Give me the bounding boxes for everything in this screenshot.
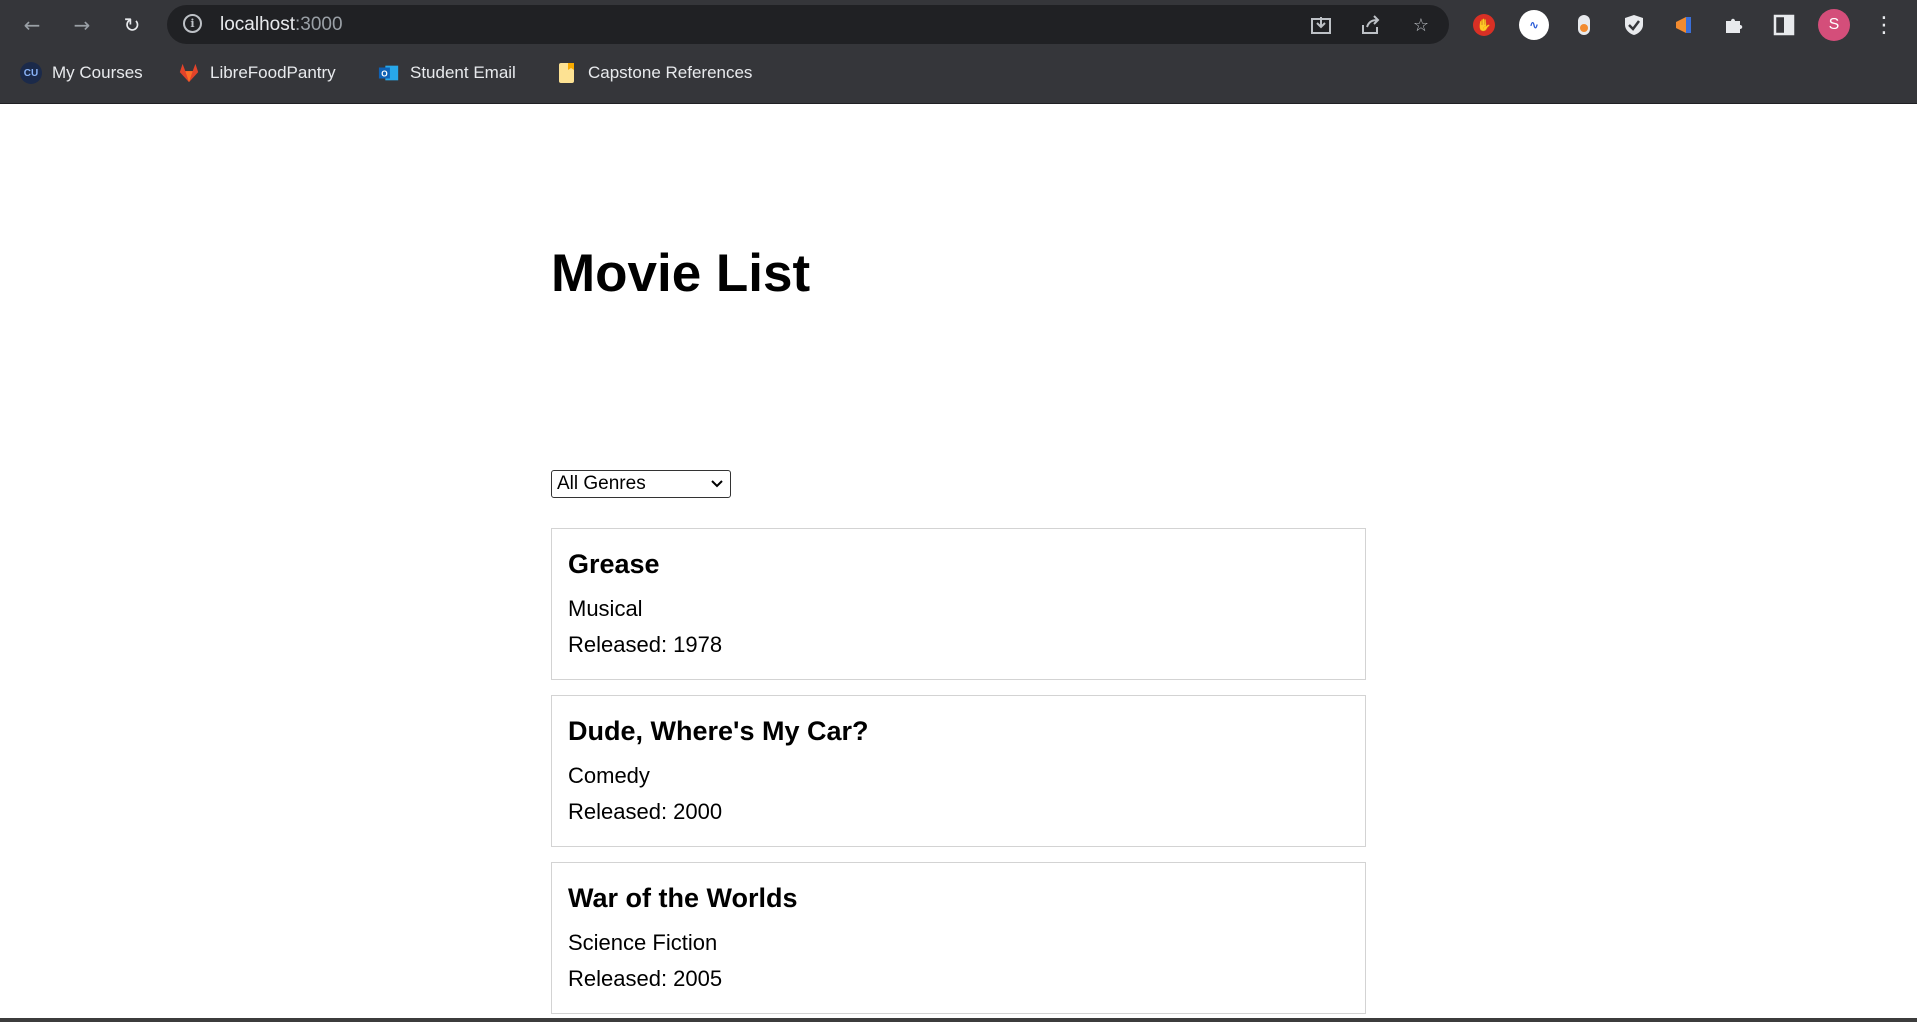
movie-card: Grease Musical Released: 1978 <box>551 528 1366 680</box>
wave-icon: ∿ <box>1519 10 1549 40</box>
grammar-extension-icon[interactable]: ∿ <box>1518 9 1550 41</box>
bookmark-label: Capstone References <box>588 63 753 82</box>
genre-filter-select[interactable]: All Genres <box>551 470 731 498</box>
reload-icon[interactable]: ↻ <box>116 9 148 41</box>
stop-hand-icon: ✋ <box>1473 14 1495 36</box>
movie-card: War of the Worlds Science Fiction Releas… <box>551 862 1366 1014</box>
window-bottom-edge <box>0 1018 1917 1022</box>
bookmark-star-icon[interactable]: ☆ <box>1409 13 1433 37</box>
cu-icon: CU <box>20 62 42 84</box>
page-title: Movie List <box>551 244 811 303</box>
movie-title: Grease <box>568 549 660 579</box>
folder-icon <box>556 63 578 83</box>
adblock-extension-icon[interactable]: ✋ <box>1468 9 1500 41</box>
bookmark-capstone-references[interactable]: Capstone References <box>556 59 752 87</box>
gitlab-icon <box>178 63 200 83</box>
movie-title: Dude, Where's My Car? <box>568 716 869 746</box>
movie-released: Released: 2005 <box>568 966 723 991</box>
forward-icon[interactable]: → <box>66 9 98 41</box>
share-icon[interactable] <box>1359 13 1383 37</box>
bookmarks-bar: CU My Courses LibreFoodPantry O Student … <box>0 55 1917 91</box>
movie-list-container: Movie List All Genres Grease Musical Rel… <box>551 234 1366 1014</box>
profile-avatar[interactable]: S <box>1818 9 1850 41</box>
browser-menu-icon[interactable]: ⋮ <box>1868 9 1900 41</box>
url-text[interactable]: localhost:3000 <box>220 5 343 44</box>
outlook-icon: O <box>378 63 400 83</box>
genre-filter-value: All Genres <box>557 473 646 494</box>
side-panel-icon[interactable] <box>1768 9 1800 41</box>
back-icon[interactable]: ← <box>16 9 48 41</box>
movie-card: Dude, Where's My Car? Comedy Released: 2… <box>551 695 1366 847</box>
bookmark-librefoodpantry[interactable]: LibreFoodPantry <box>178 59 336 87</box>
site-info-icon[interactable]: i <box>183 14 202 33</box>
url-port: :3000 <box>295 14 343 35</box>
movie-released: Released: 1978 <box>568 632 723 657</box>
extensions-puzzle-icon[interactable] <box>1718 9 1750 41</box>
movie-released: Released: 2000 <box>568 799 723 824</box>
install-app-icon[interactable] <box>1309 13 1333 37</box>
page-content: Movie List All Genres Grease Musical Rel… <box>0 104 1917 1018</box>
megaphone-icon <box>1676 17 1691 33</box>
bookmark-label: LibreFoodPantry <box>210 63 336 82</box>
megaphone-extension-icon[interactable] <box>1668 9 1700 41</box>
movie-genre: Science Fiction <box>568 930 718 955</box>
movie-genre: Comedy <box>568 763 650 788</box>
bookmark-label: Student Email <box>410 63 516 82</box>
browser-chrome: ← → ↻ i localhost:3000 ☆ ✋ ∿ S ⋮ CU My C… <box>0 0 1917 104</box>
url-host: localhost <box>220 14 295 35</box>
bookmark-my-courses[interactable]: CU My Courses <box>20 59 143 87</box>
bookmark-student-email[interactable]: O Student Email <box>378 59 516 87</box>
toggle-extension-icon[interactable] <box>1568 9 1600 41</box>
toggle-icon <box>1578 15 1590 35</box>
movie-title: War of the Worlds <box>568 883 798 913</box>
shield-icon <box>1625 15 1643 35</box>
address-bar[interactable]: i localhost:3000 ☆ <box>167 5 1449 44</box>
bookmark-label: My Courses <box>52 63 143 82</box>
shield-extension-icon[interactable] <box>1618 9 1650 41</box>
profile-initial: S <box>1818 9 1850 41</box>
svg-text:O: O <box>381 70 388 79</box>
movie-genre: Musical <box>568 596 643 621</box>
chevron-down-icon <box>710 471 724 505</box>
browser-toolbar: ← → ↻ i localhost:3000 ☆ ✋ ∿ S ⋮ <box>0 0 1917 50</box>
